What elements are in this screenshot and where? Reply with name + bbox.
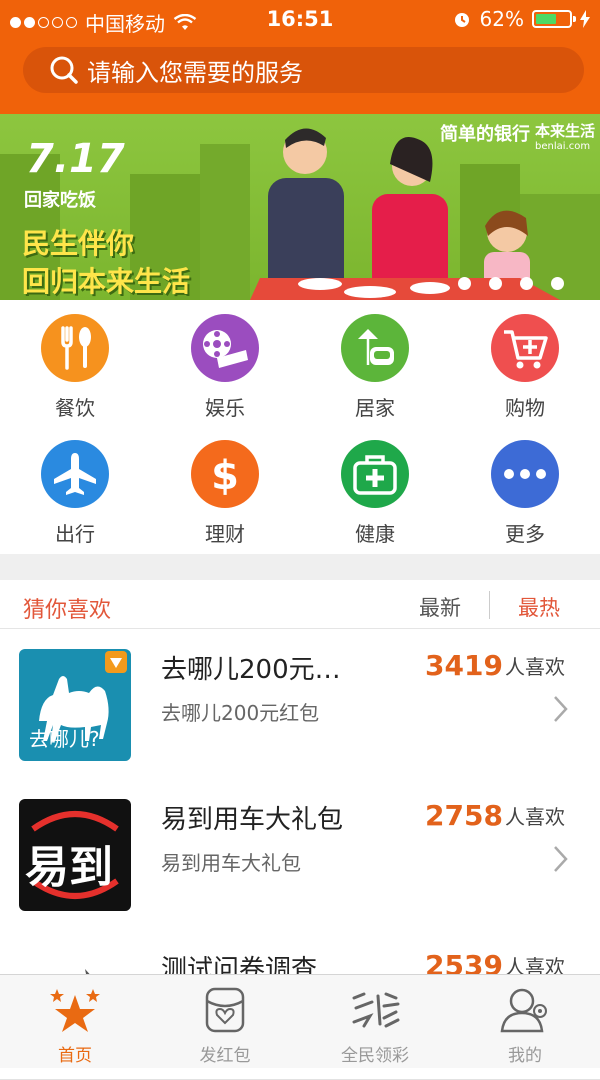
app-header: 中国移动 16:51 62% 请输入您需要的服务 <box>0 0 600 114</box>
tab-label: 首页 <box>58 1046 92 1066</box>
tab-hot[interactable]: 最热 <box>518 592 560 622</box>
medical-kit-icon <box>341 440 409 508</box>
item-desc: 去哪儿200元红包 <box>161 701 320 725</box>
tab-latest[interactable]: 最新 <box>419 592 461 622</box>
fork-spoon-icon <box>41 314 109 382</box>
shop-logo-name: 本来生活 <box>535 122 596 140</box>
lamp-chair-icon <box>341 314 409 382</box>
pager-dot[interactable] <box>458 277 471 290</box>
more-dots-icon <box>491 440 559 508</box>
banner-slogan-line2: 回归本来生活 <box>22 265 191 298</box>
tab-red-packet[interactable]: 发红包 <box>150 975 300 1068</box>
likes-label: 人喜欢 <box>505 805 565 829</box>
battery-percent: 62% <box>479 7 524 31</box>
item-desc: 易到用车大礼包 <box>161 851 301 875</box>
alarm-icon <box>454 13 469 27</box>
airplane-icon <box>41 440 109 508</box>
search-placeholder: 请输入您需要的服务 <box>87 58 303 87</box>
profile-icon <box>500 988 547 1033</box>
category-3[interactable]: 居家 <box>300 314 450 421</box>
banner-subtitle: 回家吃饭 <box>24 190 96 211</box>
tab-lottery[interactable]: 全民领彩 <box>300 975 450 1068</box>
pager-dot[interactable] <box>551 277 564 290</box>
pager-dot[interactable] <box>489 277 502 290</box>
banner-slogan-line1: 民生伴你 <box>22 227 135 260</box>
tab-label: 发红包 <box>199 1046 251 1066</box>
status-bar: 中国移动 16:51 62% <box>0 0 600 40</box>
category-2[interactable]: 娱乐 <box>150 314 300 421</box>
category-label: 理财 <box>205 522 245 546</box>
lottery-icon <box>352 992 400 1028</box>
like-count: 3419 <box>425 649 503 682</box>
qunar-logo-text: 去哪儿? <box>29 727 100 751</box>
shop-logo: 本来生活 benlai.com <box>535 120 595 152</box>
tab-label: 我的 <box>508 1046 542 1066</box>
category-label: 餐饮 <box>55 396 95 420</box>
star-cluster-icon <box>50 989 100 1032</box>
category-1[interactable]: 餐饮 <box>0 314 150 421</box>
item-name: 易到用车大礼包 <box>161 805 344 835</box>
charging-icon <box>580 10 590 28</box>
dollar-icon: $ <box>191 440 259 508</box>
list-item[interactable]: 去哪儿? 去哪儿200元… 去哪儿200元红包 3419 人喜欢 <box>0 629 600 780</box>
bottom-tab-bar: 首页 发红包 全民领彩 我的 <box>0 974 600 1068</box>
film-reel-icon <box>191 314 259 382</box>
category-5[interactable]: 出行 <box>0 440 150 547</box>
shop-logo-url: benlai.com <box>535 141 591 152</box>
category-7[interactable]: 健康 <box>300 440 450 547</box>
svg-text:$: $ <box>211 453 239 497</box>
promo-banner[interactable]: 7.17 回家吃饭 民生伴你 回归本来生活 简单的银行 本来生活 benlai.… <box>0 114 600 300</box>
search-input[interactable]: 请输入您需要的服务 <box>23 47 584 93</box>
tab-home[interactable]: 首页 <box>0 975 150 1068</box>
tab-divider <box>489 591 490 619</box>
recommend-title: 猜你喜欢 <box>23 598 112 623</box>
red-packet-icon <box>205 987 245 1033</box>
category-grid: 餐饮 娱乐 居家 购物出行 $ 理财 健康 更多 <box>0 300 600 554</box>
yidao-logo: 易到 <box>19 799 131 911</box>
recommend-header: 猜你喜欢 最新 最热 <box>0 580 600 629</box>
bank-logo: 简单的银行 <box>440 124 530 145</box>
category-label: 居家 <box>355 396 395 420</box>
item-name: 去哪儿200元… <box>161 655 341 685</box>
category-6[interactable]: $ 理财 <box>150 440 300 547</box>
pager-dot[interactable] <box>520 277 533 290</box>
banner-event-date: 7.17 <box>26 136 125 182</box>
category-label: 娱乐 <box>205 396 245 420</box>
search-icon <box>50 56 78 84</box>
category-label: 出行 <box>55 522 95 546</box>
chevron-right-icon <box>554 846 568 872</box>
likes-label: 人喜欢 <box>505 655 565 679</box>
shopping-cart-icon <box>491 314 559 382</box>
category-4[interactable]: 购物 <box>450 314 600 421</box>
yidao-logo-text: 易到 <box>25 842 113 893</box>
category-8[interactable]: 更多 <box>450 440 600 547</box>
like-count: 2758 <box>425 799 503 832</box>
tab-profile[interactable]: 我的 <box>450 975 600 1068</box>
tab-label: 全民领彩 <box>341 1046 409 1066</box>
battery-icon <box>532 10 576 28</box>
category-label: 更多 <box>505 522 545 546</box>
banner-pager[interactable] <box>458 277 564 290</box>
category-label: 购物 <box>505 396 545 420</box>
category-label: 健康 <box>355 522 395 546</box>
list-item[interactable]: 易到 易到用车大礼包 易到用车大礼包 2758 人喜欢 <box>0 779 600 930</box>
qunar-logo: 去哪儿? <box>19 649 131 761</box>
chevron-right-icon <box>554 696 568 722</box>
